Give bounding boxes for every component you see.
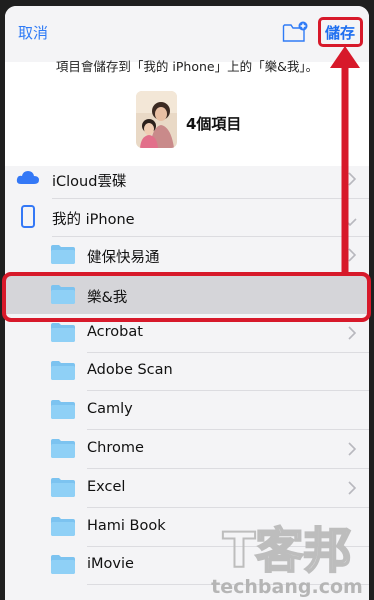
folder-item-label: Chrome bbox=[87, 440, 144, 456]
folder-icon bbox=[50, 358, 76, 382]
cloud-icon bbox=[15, 166, 41, 190]
new-folder-icon[interactable] bbox=[282, 21, 308, 43]
top-bar bbox=[5, 6, 369, 62]
folder-item[interactable]: 樂&我 bbox=[5, 276, 369, 314]
folder-item-label: 健保快易通 bbox=[87, 250, 160, 266]
folder-item-label: Camly bbox=[87, 401, 133, 417]
location-my-iphone[interactable]: 我的 iPhone bbox=[5, 198, 369, 236]
folder-item-label: Adobe Scan bbox=[87, 362, 173, 378]
folder-item[interactable]: 健保快易通 bbox=[5, 236, 369, 274]
folder-icon bbox=[50, 475, 76, 499]
folder-icon bbox=[50, 436, 76, 460]
folder-item-label: iMovie bbox=[87, 556, 134, 572]
folder-icon bbox=[50, 282, 76, 306]
location-my-iphone-label: 我的 iPhone bbox=[52, 212, 135, 228]
folder-item-label: Excel bbox=[87, 479, 126, 495]
iphone-icon bbox=[15, 204, 41, 228]
folder-icon bbox=[50, 514, 76, 538]
chevron-right-icon[interactable] bbox=[347, 325, 357, 340]
folder-icon bbox=[50, 320, 76, 344]
photo-thumbnail bbox=[136, 91, 177, 148]
chevron-down-icon[interactable] bbox=[343, 212, 357, 227]
chevron-right-icon[interactable] bbox=[347, 441, 357, 456]
folder-item[interactable]: Camly bbox=[5, 391, 369, 429]
folder-icon bbox=[50, 552, 76, 576]
location-icloud[interactable]: iCloud雲碟 bbox=[5, 160, 369, 198]
row-separator bbox=[87, 584, 369, 585]
folder-item-label: Hami Book bbox=[87, 518, 166, 534]
cancel-button[interactable]: 取消 bbox=[18, 22, 48, 43]
chevron-right-icon[interactable] bbox=[347, 171, 357, 186]
folder-icon bbox=[50, 242, 76, 266]
row-separator bbox=[87, 274, 369, 275]
location-icloud-label: iCloud雲碟 bbox=[52, 174, 127, 190]
folder-item[interactable]: Hami Book bbox=[5, 508, 369, 546]
chevron-right-icon[interactable] bbox=[347, 480, 357, 495]
folder-item[interactable]: Excel bbox=[5, 469, 369, 507]
folder-item[interactable]: iMovie bbox=[5, 546, 369, 584]
save-destination-notice: 項目會儲存到「我的 iPhone」上的「樂&我」。 bbox=[55, 59, 319, 74]
folder-icon bbox=[50, 397, 76, 421]
folder-item-label: Acrobat bbox=[87, 324, 143, 340]
folder-item[interactable]: Acrobat bbox=[5, 314, 369, 352]
chevron-right-icon[interactable] bbox=[347, 247, 357, 262]
folder-item-label: 樂&我 bbox=[87, 290, 128, 306]
save-button[interactable]: 儲存 bbox=[325, 22, 355, 43]
folder-item[interactable]: Adobe Scan bbox=[5, 352, 369, 390]
folder-item[interactable]: Chrome bbox=[5, 430, 369, 468]
items-count: 4個項目 bbox=[186, 115, 242, 133]
